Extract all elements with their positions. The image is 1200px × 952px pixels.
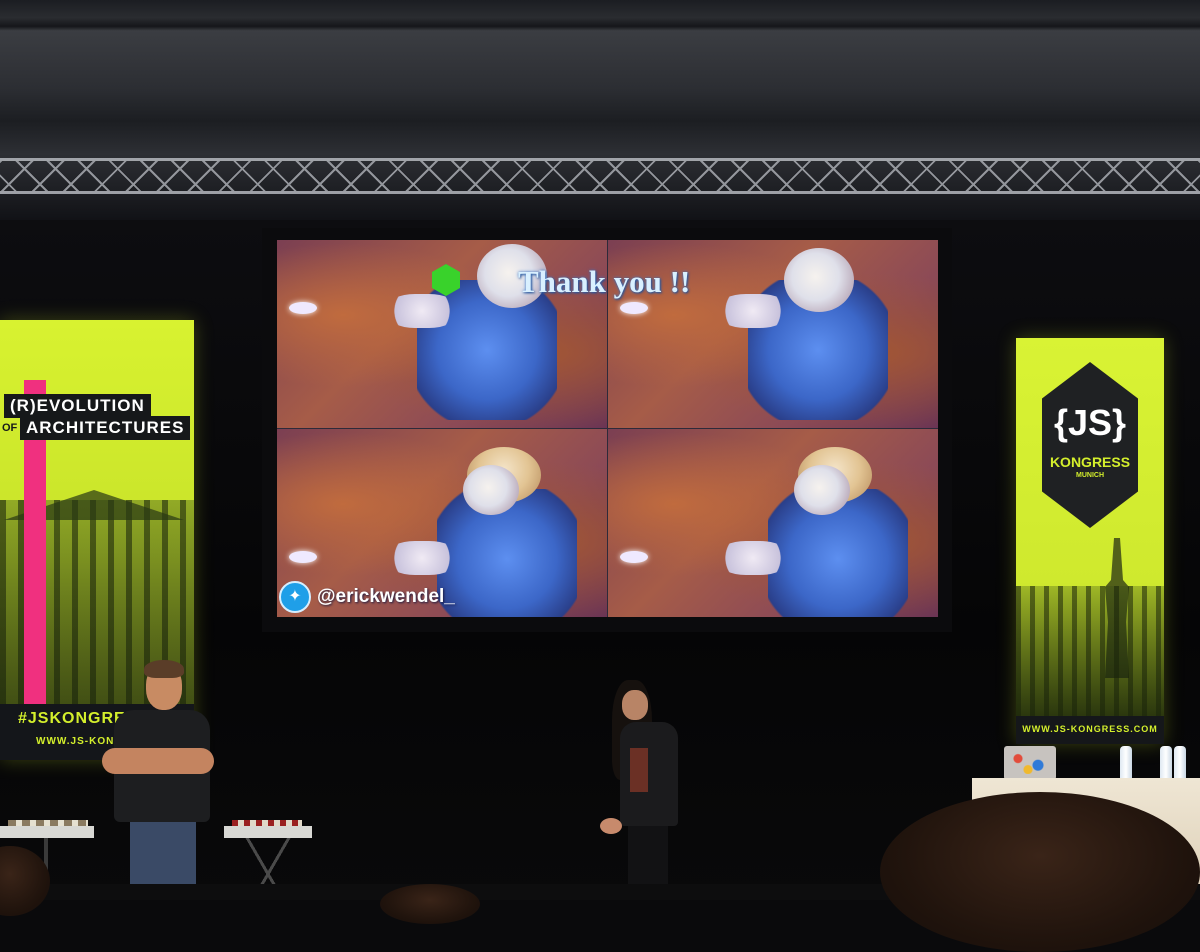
speaker-right-torso: [620, 722, 678, 826]
photo-figure-hand: [387, 294, 457, 328]
right-banner-url: WWW.JS-KONGRESS.COM: [1022, 724, 1158, 734]
right-banner-buildings: [1016, 586, 1164, 716]
logo-city-text: MUNICH: [1076, 472, 1104, 479]
projection-screen: Thank you !! ✦ @erickwendel_: [277, 240, 938, 617]
banner-headline-line1: (R)EVOLUTION: [4, 394, 151, 418]
center-table: [224, 826, 312, 838]
logo-main-text: {JS}: [1053, 402, 1127, 443]
photo-figure-head: [794, 465, 850, 515]
banner-headline-line2: ARCHITECTURES: [20, 416, 191, 440]
speaker-left-arms: [102, 748, 214, 774]
photo-figure-head: [463, 465, 519, 515]
speaker-left-hair: [144, 660, 184, 678]
water-bottle: [1160, 746, 1172, 780]
speaker-right-face: [622, 690, 648, 720]
water-bottle: [1174, 746, 1186, 780]
speaker-right-legs: [628, 824, 668, 888]
audience-head: [380, 884, 480, 924]
right-banner-url-strip: WWW.JS-KONGRESS.COM: [1016, 716, 1164, 744]
slide-title: Thank you !!: [518, 264, 691, 299]
photo-light-spot: [620, 302, 648, 314]
twitter-handle: @erickwendel_: [317, 586, 455, 607]
js-kongress-logo: {JS} KONGRESS MUNICH: [1042, 362, 1138, 528]
photo-figure-hand: [718, 541, 788, 575]
logo-sub-text: KONGRESS: [1049, 454, 1131, 470]
lighting-truss-top: [0, 158, 1200, 194]
photo-figure-hand: [718, 294, 788, 328]
water-bottle: [1120, 746, 1132, 780]
speaker-right-shirt-print: [630, 748, 648, 792]
twitter-bird-icon: ✦: [279, 581, 311, 613]
speaker-right-hand: [600, 818, 622, 834]
laptop-stickers: [1010, 752, 1050, 774]
right-banner: {JS} KONGRESS MUNICH WWW.JS-KONGRESS.COM: [1016, 338, 1164, 744]
photo-light-spot: [289, 551, 317, 563]
photo-light-spot: [620, 551, 648, 563]
photo-figure-hand: [387, 541, 457, 575]
slide-photo-bottom-right: [608, 429, 938, 617]
photo-figure-head: [784, 248, 854, 312]
left-table: [0, 826, 94, 838]
photo-light-spot: [289, 302, 317, 314]
banner-headline-prefix: OF: [2, 422, 18, 434]
audience-head: [880, 792, 1200, 952]
